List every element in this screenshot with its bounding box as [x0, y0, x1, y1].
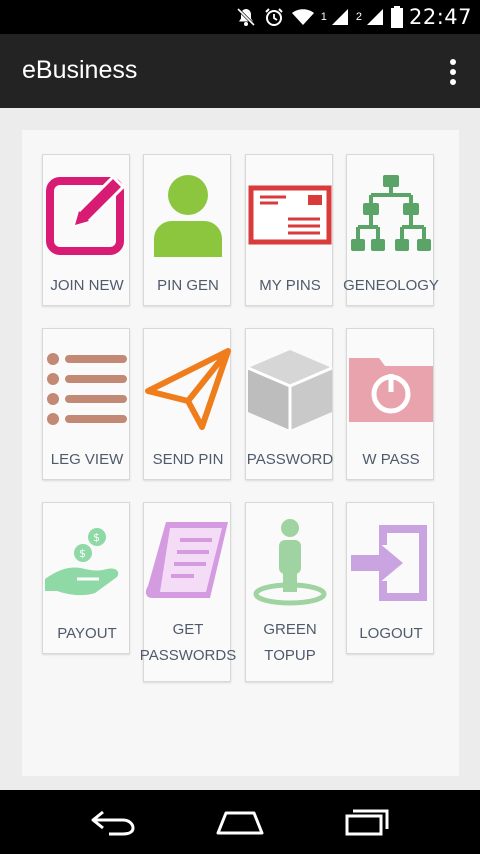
tile-leg-view[interactable]: LEG VIEW	[42, 328, 130, 480]
signal-sim2-icon	[365, 7, 385, 27]
tile-password[interactable]: PASSWORD	[245, 328, 333, 480]
person-location-icon	[246, 517, 334, 609]
tile-label: JOIN NEW	[50, 277, 124, 294]
tile-label: PIN GEN	[157, 277, 219, 294]
sim2-label: 2	[355, 11, 362, 23]
recent-apps-icon[interactable]	[337, 802, 397, 842]
tile-logout[interactable]: LOGOUT	[346, 502, 434, 654]
alarm-icon	[263, 6, 285, 28]
tile-label: W PASS	[362, 451, 420, 468]
signal-sim1-icon	[330, 7, 350, 27]
wifi-icon	[291, 7, 315, 27]
status-icons: 1 2 22:47	[235, 0, 472, 34]
tile-label-line1: GREEN	[263, 621, 317, 638]
back-icon[interactable]	[83, 802, 143, 842]
home-icon[interactable]	[210, 802, 270, 842]
list-icon	[43, 343, 131, 435]
tile-label: MY PINS	[259, 277, 321, 294]
tile-send-pin[interactable]: SEND PIN	[143, 328, 231, 480]
tile-label-line2: PASSWORDS	[139, 647, 237, 664]
navigation-bar	[0, 790, 480, 854]
edit-icon	[43, 169, 131, 261]
user-icon	[144, 169, 232, 261]
box-icon	[246, 343, 334, 435]
paper-plane-icon	[144, 343, 232, 435]
tile-label: GREEN TOPUP	[236, 617, 344, 669]
tile-geneology[interactable]: GENEOLOGY	[343, 154, 439, 306]
envelope-icon	[246, 169, 334, 261]
main-content: JOIN NEW PIN GEN MY PINS GENEOLOGY LEG V…	[0, 108, 480, 790]
tile-label: LEG VIEW	[50, 451, 124, 468]
tile-label: PAYOUT	[57, 625, 117, 642]
app-title: eBusiness	[22, 56, 138, 84]
svg-text:$: $	[79, 547, 86, 560]
notification-muted-icon	[235, 6, 257, 28]
battery-icon	[390, 6, 403, 28]
tile-green-topup[interactable]: GREEN TOPUP	[245, 502, 333, 682]
tree-icon	[347, 169, 435, 261]
tile-get-passwords[interactable]: GET PASSWORDS	[140, 502, 236, 682]
tile-label-line1: GET	[172, 621, 204, 638]
more-vert-icon[interactable]	[446, 59, 460, 85]
tile-label: GENEOLOGY	[343, 277, 439, 294]
tile-label: LOGOUT	[359, 625, 423, 642]
tile-payout[interactable]: $ $ PAYOUT	[42, 502, 130, 654]
tile-label: SEND PIN	[152, 451, 224, 468]
tile-my-pins[interactable]: MY PINS	[245, 154, 333, 306]
folder-power-icon	[347, 343, 435, 435]
tile-label-line2: TOPUP	[264, 647, 316, 664]
tile-w-pass[interactable]: W PASS	[346, 328, 434, 480]
tile-pin-gen[interactable]: PIN GEN	[143, 154, 231, 306]
dashboard-panel: JOIN NEW PIN GEN MY PINS GENEOLOGY LEG V…	[22, 130, 459, 776]
clock: 22:47	[408, 5, 472, 29]
tile-label: PASSWORD	[246, 451, 334, 468]
status-bar: 1 2 22:47	[0, 0, 480, 34]
svg-text:$: $	[93, 531, 100, 544]
sim1-label: 1	[320, 11, 327, 23]
money-hand-icon: $ $	[43, 517, 131, 609]
logout-icon	[347, 517, 435, 609]
tile-join-new[interactable]: JOIN NEW	[42, 154, 130, 306]
document-icon	[144, 517, 232, 609]
app-bar: eBusiness	[0, 34, 480, 108]
tile-label: GET PASSWORDS	[134, 617, 242, 669]
